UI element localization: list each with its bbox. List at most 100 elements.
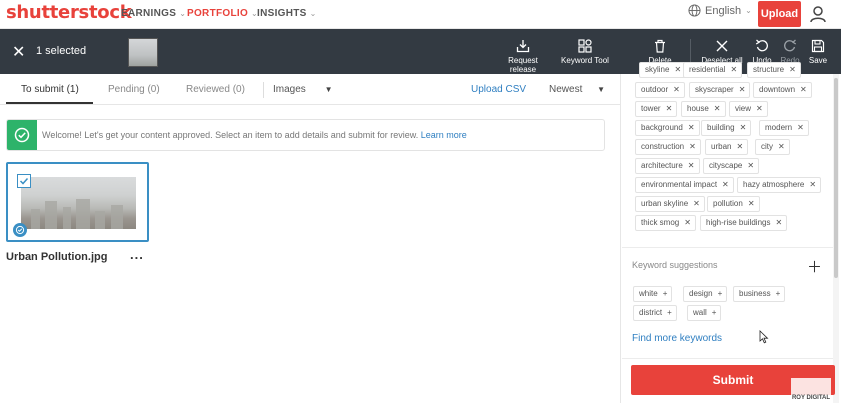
user-icon[interactable] — [808, 4, 828, 24]
nav-portfolio[interactable]: PORTFOLIO ⌄ — [187, 8, 258, 19]
remove-icon[interactable]: ✕ — [684, 218, 691, 227]
asset-card[interactable] — [6, 162, 149, 242]
asset-thumbnail[interactable] — [21, 177, 136, 229]
suggestion-chip[interactable]: wall + — [687, 305, 722, 321]
keyword-chip[interactable]: background ✕ — [635, 120, 700, 136]
tab-pending[interactable]: Pending (0) — [108, 84, 160, 95]
keyword-chip[interactable]: skyline ✕ — [639, 62, 687, 78]
keyword-chip[interactable]: building ✕ — [701, 120, 752, 136]
remove-icon[interactable]: ✕ — [800, 85, 807, 94]
close-icon[interactable]: ✕ — [12, 42, 25, 62]
keyword-chip[interactable]: hazy atmosphere ✕ — [737, 177, 822, 193]
plus-icon[interactable]: + — [712, 308, 717, 317]
remove-icon[interactable]: ✕ — [797, 123, 804, 132]
remove-icon[interactable]: ✕ — [693, 199, 700, 208]
keyword-chip[interactable]: skyscraper ✕ — [689, 82, 751, 98]
keyword-label: view — [735, 104, 752, 113]
keyword-label: city — [761, 142, 773, 151]
keyword-chip[interactable]: cityscape ✕ — [703, 158, 760, 174]
suggestion-chip[interactable]: white + — [633, 286, 673, 302]
remove-icon[interactable]: ✕ — [740, 123, 747, 132]
keyword-label: pollution — [713, 199, 743, 208]
remove-icon[interactable]: ✕ — [756, 104, 763, 113]
keyword-label: urban — [711, 142, 732, 151]
keyword-chip[interactable]: tower ✕ — [635, 101, 678, 117]
remove-icon[interactable]: ✕ — [722, 180, 729, 189]
remove-icon[interactable]: ✕ — [688, 161, 695, 170]
select-checkbox[interactable] — [17, 174, 31, 188]
keyword-chip[interactable]: house ✕ — [681, 101, 726, 117]
find-more-keywords-link[interactable]: Find more keywords — [632, 333, 722, 344]
sort-label: Newest — [549, 84, 583, 95]
remove-icon[interactable]: ✕ — [775, 218, 782, 227]
suggestion-chip[interactable]: business + — [733, 286, 786, 302]
remove-icon[interactable]: ✕ — [747, 161, 754, 170]
selected-thumbnail — [128, 38, 158, 67]
remove-icon[interactable]: ✕ — [736, 142, 743, 151]
plus-icon[interactable]: + — [663, 289, 668, 298]
keyword-chip[interactable]: architecture ✕ — [635, 158, 700, 174]
keyword-chip[interactable]: urban ✕ — [705, 139, 749, 155]
keyword-chip[interactable]: structure ✕ — [747, 62, 801, 78]
banner-text: Welcome! Let's get your content approved… — [42, 130, 419, 140]
remove-icon[interactable]: ✕ — [730, 65, 737, 74]
media-type-dropdown[interactable]: Images ▼ — [273, 84, 333, 95]
remove-icon[interactable]: ✕ — [778, 142, 785, 151]
remove-icon[interactable]: ✕ — [666, 104, 673, 113]
add-icon[interactable]: ＋ — [807, 256, 822, 277]
tab-reviewed[interactable]: Reviewed (0) — [186, 84, 245, 95]
tab-to-submit[interactable]: To submit (1) — [21, 84, 79, 95]
redo-icon — [784, 39, 797, 52]
remove-icon[interactable]: ✕ — [674, 65, 681, 74]
mouse-cursor-icon — [759, 330, 769, 344]
sort-dropdown[interactable]: Newest ▼ — [549, 84, 605, 95]
save-icon — [811, 39, 825, 53]
more-options-icon[interactable]: ... — [130, 247, 144, 262]
keyword-tool-button[interactable]: Keyword Tool — [560, 39, 610, 65]
nav-earnings[interactable]: EARNINGS ⌄ — [121, 8, 186, 19]
keyword-chip[interactable]: residential ✕ — [683, 62, 743, 78]
keyword-chip[interactable]: modern ✕ — [759, 120, 809, 136]
building-shape — [45, 201, 57, 229]
watermark: ROY DIGITAL — [791, 378, 831, 403]
upload-csv-link[interactable]: Upload CSV — [471, 84, 526, 95]
building-shape — [63, 207, 71, 229]
keyword-label: outdoor — [641, 85, 669, 94]
remove-icon[interactable]: ✕ — [739, 85, 746, 94]
keyword-chip[interactable]: environmental impact ✕ — [635, 177, 734, 193]
plus-icon[interactable]: + — [718, 289, 723, 298]
nav-portfolio-label: PORTFOLIO — [187, 8, 249, 19]
keyword-chip[interactable]: thick smog ✕ — [635, 215, 696, 231]
suggestion-chip[interactable]: design + — [683, 286, 728, 302]
keyword-chip[interactable]: city ✕ — [755, 139, 790, 155]
plus-icon[interactable]: + — [776, 289, 781, 298]
remove-icon[interactable]: ✕ — [789, 65, 796, 74]
save-button[interactable]: Save — [807, 39, 829, 65]
suggestion-chip[interactable]: district + — [633, 305, 677, 321]
remove-icon[interactable]: ✕ — [809, 180, 816, 189]
nav-insights[interactable]: INSIGHTS ⌄ — [257, 8, 317, 19]
learn-more-link[interactable]: Learn more — [421, 130, 467, 140]
remove-icon[interactable]: ✕ — [689, 142, 696, 151]
logo[interactable]: shutterstock — [6, 2, 132, 23]
keyword-label: cityscape — [709, 161, 743, 170]
keyword-chip[interactable]: downtown ✕ — [753, 82, 812, 98]
keyword-chip[interactable]: construction ✕ — [635, 139, 701, 155]
keyword-chip[interactable]: pollution ✕ — [707, 196, 760, 212]
remove-icon[interactable]: ✕ — [714, 104, 721, 113]
language-selector[interactable]: English ⌄ — [688, 4, 752, 17]
top-nav: shutterstock EARNINGS ⌄ PORTFOLIO ⌄ INSIGH… — [0, 0, 841, 29]
keyword-chip[interactable]: urban skyline ✕ — [635, 196, 705, 212]
remove-icon[interactable]: ✕ — [688, 123, 695, 132]
remove-icon[interactable]: ✕ — [673, 85, 680, 94]
plus-icon[interactable]: + — [667, 308, 672, 317]
upload-button[interactable]: Upload — [758, 1, 801, 27]
keyword-chip[interactable]: outdoor ✕ — [635, 82, 685, 98]
request-release-button[interactable]: Request release — [494, 39, 552, 74]
banner-message: Welcome! Let's get your content approved… — [42, 130, 467, 140]
keyword-chip[interactable]: view ✕ — [729, 101, 768, 117]
suggestion-label: design — [689, 289, 713, 298]
scrollbar-thumb[interactable] — [834, 78, 838, 278]
remove-icon[interactable]: ✕ — [748, 199, 755, 208]
keyword-chip[interactable]: high-rise buildings ✕ — [700, 215, 788, 231]
